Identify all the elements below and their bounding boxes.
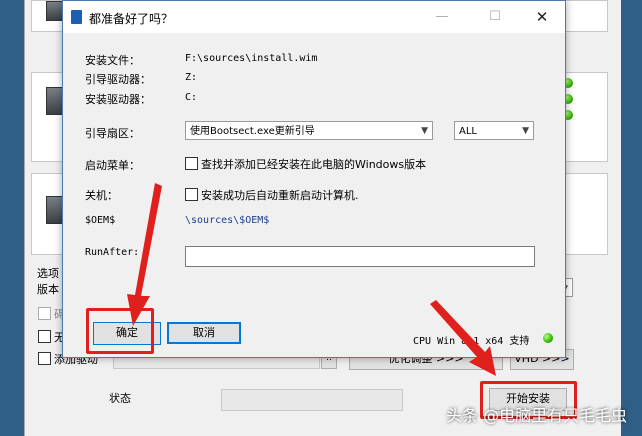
arrow-to-ok: [127, 183, 162, 326]
annotation-arrows: [127, 183, 496, 376]
watermark-text: 头条 @电脑里有只毛毛虫: [446, 406, 628, 425]
arrow-to-start: [430, 300, 496, 376]
